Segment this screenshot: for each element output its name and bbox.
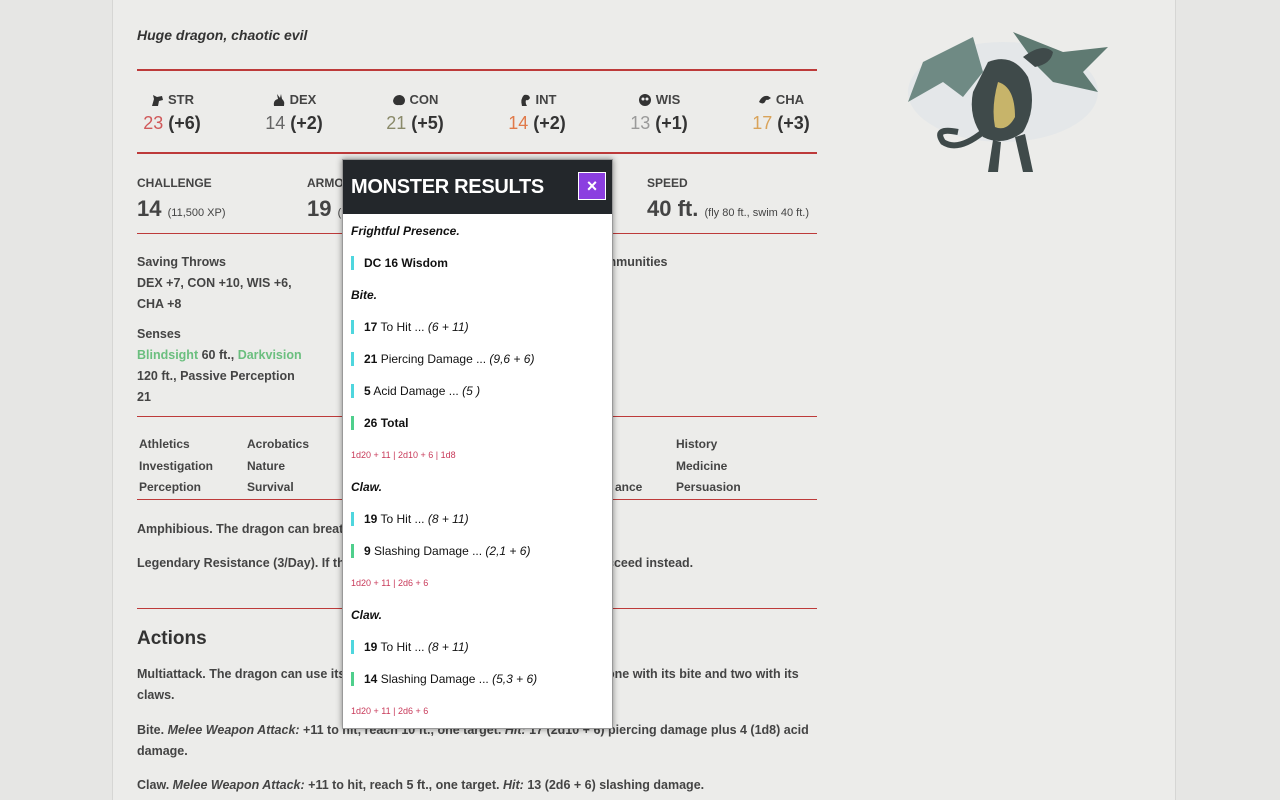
speed-label: SPEED [647, 176, 688, 190]
challenge-label: CHALLENGE [137, 176, 212, 190]
result-line: 9 Slashing Damage ... (2,1 + 6) [351, 544, 530, 558]
senses: Senses Blindsight 60 ft., Darkvision 120… [137, 327, 302, 404]
ability-score: 14 [265, 113, 286, 133]
dragon-illustration [908, 32, 1108, 172]
actions-heading: Actions [137, 628, 207, 649]
skill-item[interactable]: Nature [247, 459, 285, 473]
ability-score: 13 [630, 113, 651, 133]
divider [137, 152, 817, 154]
ability-wis: WIS 13 (+1) [614, 92, 704, 134]
ability-mod: (+6) [168, 113, 201, 133]
bear-icon [392, 94, 405, 105]
saving-throws: Saving Throws DEX +7, CON +10, WIS +6, C… [137, 255, 292, 311]
ability-mod: (+5) [411, 113, 444, 133]
eagle-icon [758, 95, 771, 103]
rabbit-icon [273, 93, 284, 106]
ability-label: WIS [655, 92, 681, 107]
result-title: Claw. [351, 608, 382, 622]
skill-item[interactable]: Perception [139, 480, 201, 494]
roll-formula: 1d20 + 11 | 2d6 + 6 [351, 578, 429, 588]
immunities-label: mmunities [605, 255, 668, 269]
roll-formula: 1d20 + 11 | 2d10 + 6 | 1d8 [351, 450, 456, 460]
roll-formula: 1d20 + 11 | 2d6 + 6 [351, 706, 429, 716]
skill-item[interactable]: Survival [247, 480, 294, 494]
result-title: Claw. [351, 480, 382, 494]
skill-item[interactable]: Athletics [139, 437, 190, 451]
result-total: 26 Total [351, 416, 408, 430]
result-line: 17 To Hit ... (6 + 11) [351, 320, 469, 334]
skill-item[interactable]: Medicine [676, 459, 727, 473]
result-title: Bite. [351, 288, 378, 302]
ability-str: STR 23 (+6) [127, 92, 217, 134]
result-line: 5 Acid Damage ... (5 ) [351, 384, 480, 398]
ability-score: 17 [752, 113, 773, 133]
speed-value: 40 ft. (fly 80 ft., swim 40 ft.) [647, 196, 810, 221]
monster-subtitle: Huge dragon, chaotic evil [137, 27, 308, 43]
ability-label: CON [409, 92, 439, 107]
result-line: 21 Piercing Damage ... (9,6 + 6) [351, 352, 534, 366]
ability-mod: (+2) [290, 113, 323, 133]
ability-label: STR [168, 92, 194, 107]
ability-cha: CHA 17 (+3) [736, 92, 826, 134]
action-claw: Claw. Melee Weapon Attack: +11 to hit, r… [137, 778, 705, 792]
popup-header: MONSTER RESULTS × [343, 160, 612, 214]
ability-score: 21 [386, 113, 407, 133]
close-icon: × [586, 175, 598, 196]
skill-item[interactable]: History [676, 437, 717, 451]
result-line: 14 Slashing Damage ... (5,3 + 6) [351, 672, 537, 686]
ability-score: 14 [508, 113, 529, 133]
ability-mod: (+1) [655, 113, 688, 133]
darkvision-link[interactable]: Darkvision [238, 348, 302, 362]
ability-mod: (+3) [777, 113, 810, 133]
result-line: DC 16 Wisdom [351, 256, 448, 270]
divider [137, 69, 817, 71]
popup-title: MONSTER RESULTS [351, 175, 544, 198]
monster-results-popup: MONSTER RESULTS × Frightful Presence. DC… [342, 159, 613, 729]
challenge-value: 14 (11,500 XP) [137, 196, 226, 221]
ability-label: DEX [289, 92, 317, 107]
skill-item[interactable]: Persuasion [676, 480, 741, 494]
close-button[interactable]: × [578, 172, 606, 200]
skill-item[interactable]: ance [615, 480, 642, 494]
result-line: 19 To Hit ... (8 + 11) [351, 640, 469, 654]
armor-label: ARMO [307, 176, 344, 190]
result-title: Frightful Presence. [351, 224, 460, 238]
ability-dex: DEX 14 (+2) [249, 92, 339, 134]
owl-icon [638, 93, 651, 106]
ability-mod: (+2) [533, 113, 566, 133]
horse-head-icon [152, 94, 163, 106]
skill-item[interactable]: Acrobatics [247, 437, 309, 451]
ability-score: 23 [143, 113, 164, 133]
skill-item[interactable]: Investigation [139, 459, 213, 473]
ability-label: INT [535, 92, 557, 107]
stat-block-page: Huge dragon, chaotic evil STR 23 (+6) DE… [112, 0, 1176, 800]
blindsight-link[interactable]: Blindsight [137, 348, 198, 362]
cobra-icon [520, 94, 530, 106]
ability-con: CON 21 (+5) [370, 92, 460, 134]
ability-label: CHA [775, 92, 805, 107]
result-line: 19 To Hit ... (8 + 11) [351, 512, 469, 526]
ability-int: INT 14 (+2) [492, 92, 582, 134]
